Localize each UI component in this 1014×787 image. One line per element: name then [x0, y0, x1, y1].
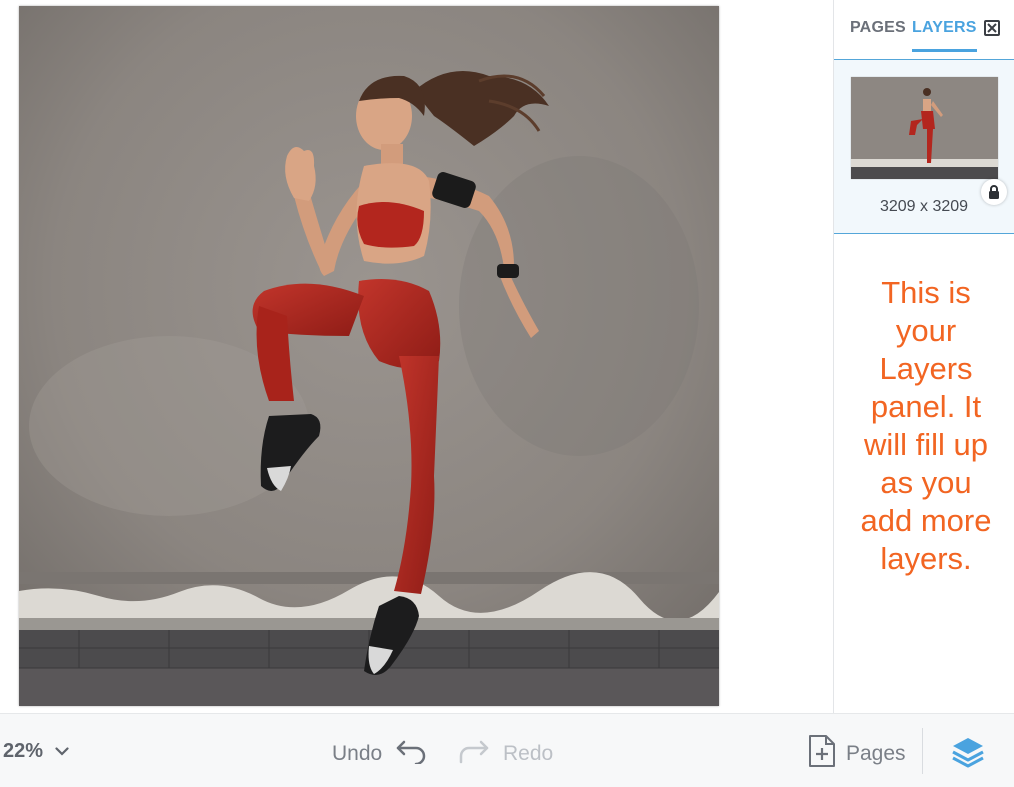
toolbar-divider: [922, 728, 923, 774]
panel-tab-bar: PAGES LAYERS: [834, 0, 1014, 60]
zoom-dropdown[interactable]: 22%: [3, 740, 69, 763]
undo-arrow-icon: [396, 738, 428, 769]
tab-layers[interactable]: LAYERS: [912, 19, 977, 52]
pages-button[interactable]: Pages: [808, 734, 906, 773]
close-icon-glyph: [987, 23, 997, 33]
canvas-area: [0, 0, 834, 713]
pages-label: Pages: [846, 741, 906, 765]
zoom-value: 22%: [3, 740, 44, 762]
lock-icon-glyph: [989, 185, 999, 199]
close-icon[interactable]: [984, 20, 1000, 36]
add-page-icon: [808, 734, 836, 773]
bottom-toolbar: 22% Undo Redo Pages: [0, 713, 1014, 787]
layers-stack-icon: [950, 738, 986, 774]
undo-button[interactable]: Undo: [332, 738, 428, 769]
layers-toggle-button[interactable]: [950, 734, 986, 770]
redo-button[interactable]: Redo: [457, 738, 553, 769]
undo-label: Undo: [332, 741, 383, 765]
tab-pages[interactable]: PAGES: [850, 19, 906, 37]
redo-label: Redo: [503, 741, 554, 765]
redo-arrow-icon: [457, 738, 489, 769]
layers-side-panel: PAGES LAYERS 3209 x 3209 This is your La…: [833, 0, 1014, 713]
layers-empty-hint: This is your Layers panel. It will fill …: [860, 275, 992, 576]
chevron-down-icon: [55, 743, 69, 761]
layer-thumbnail-graphic: [851, 77, 998, 179]
layer-dimensions: 3209 x 3209: [879, 198, 969, 215]
canvas-photo[interactable]: [19, 6, 719, 706]
layer-thumbnail: [851, 77, 998, 179]
photo-graphic: [19, 6, 719, 706]
